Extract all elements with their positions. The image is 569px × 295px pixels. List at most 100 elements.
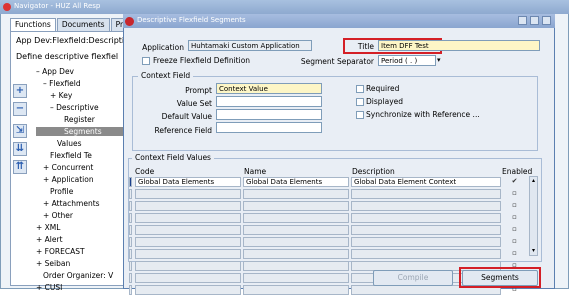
title-field[interactable]: Item DFF Test — [378, 40, 540, 51]
code-cell[interactable] — [135, 237, 241, 247]
tree-item[interactable]: + Attachments — [43, 199, 100, 208]
compile-button[interactable]: Compile — [373, 270, 453, 286]
enabled-checkbox[interactable]: ▫ — [511, 190, 518, 197]
name-cell[interactable] — [243, 237, 349, 247]
default-value-label: Default Value — [161, 112, 212, 121]
scroll-down-icon[interactable]: ▾ — [530, 247, 537, 255]
tree-item[interactable]: Profile — [50, 187, 73, 196]
name-cell[interactable] — [243, 285, 349, 295]
expand-branch-icon[interactable]: ⇲ — [13, 124, 27, 138]
enabled-checkbox[interactable]: ▫ — [511, 250, 518, 257]
code-cell[interactable] — [135, 261, 241, 271]
name-cell[interactable] — [243, 261, 349, 271]
tree-item[interactable]: Flexfield Te — [50, 151, 92, 160]
code-cell[interactable] — [135, 201, 241, 211]
enabled-checkbox[interactable]: ▫ — [511, 214, 518, 221]
tab-documents[interactable]: Documents — [56, 18, 110, 31]
code-cell[interactable] — [135, 225, 241, 235]
enabled-checkbox[interactable]: ▫ — [511, 238, 518, 245]
segments-button[interactable]: Segments — [462, 270, 538, 286]
tree-item[interactable]: Order Organizer: V — [43, 271, 113, 280]
row-marker[interactable] — [129, 261, 132, 271]
name-cell[interactable] — [243, 213, 349, 223]
description-cell[interactable] — [351, 249, 501, 259]
reference-field[interactable] — [216, 122, 322, 133]
synchronize-checkbox[interactable] — [356, 111, 364, 119]
row-marker[interactable] — [129, 201, 132, 211]
minimize-icon[interactable] — [518, 16, 527, 25]
tree-item[interactable]: – Descriptive — [50, 103, 99, 112]
enabled-checkbox[interactable]: ✔ — [511, 178, 518, 185]
enabled-checkbox[interactable]: ▫ — [511, 202, 518, 209]
tree-item[interactable]: – App Dev — [36, 67, 74, 76]
description-cell[interactable]: Global Data Element Context — [351, 177, 501, 187]
code-cell[interactable] — [135, 249, 241, 259]
function-subtitle: Define descriptive flexfiel — [16, 52, 119, 61]
code-cell[interactable] — [135, 273, 241, 283]
required-checkbox[interactable] — [356, 85, 364, 93]
value-set-label: Value Set — [176, 99, 212, 108]
tree-item[interactable]: + FORECAST — [36, 247, 85, 256]
row-marker[interactable] — [129, 237, 132, 247]
name-cell[interactable] — [243, 189, 349, 199]
tree-item[interactable]: Segments — [36, 127, 126, 136]
tree-item[interactable]: Values — [57, 139, 82, 148]
tree-item[interactable]: + XML — [36, 223, 60, 232]
close-icon[interactable] — [542, 16, 551, 25]
navigator-title-bar[interactable]: Navigator - HUZ All Resp — [0, 0, 569, 14]
collapse-all-icon[interactable]: ⇈ — [13, 160, 27, 174]
name-cell[interactable] — [243, 273, 349, 283]
value-set-field[interactable] — [216, 96, 322, 107]
tree-item[interactable]: + CUSI — [36, 283, 62, 292]
maximize-icon[interactable] — [530, 16, 539, 25]
description-cell[interactable] — [351, 225, 501, 235]
dialog-title-bar[interactable]: Descriptive Flexfield Segments — [123, 14, 555, 28]
tree-item[interactable]: + Key — [50, 91, 72, 100]
row-marker[interactable] — [129, 189, 132, 199]
freeze-checkbox[interactable] — [142, 57, 150, 65]
description-cell[interactable] — [351, 213, 501, 223]
separator-value: Period ( . ) — [381, 57, 418, 65]
description-cell[interactable] — [351, 237, 501, 247]
collapse-icon[interactable]: − — [13, 102, 27, 116]
tree-item[interactable]: Register — [64, 115, 95, 124]
name-cell[interactable] — [243, 225, 349, 235]
row-marker[interactable] — [129, 273, 132, 283]
enabled-checkbox[interactable]: ▫ — [511, 226, 518, 233]
name-cell[interactable] — [243, 249, 349, 259]
code-cell[interactable] — [135, 189, 241, 199]
tab-functions[interactable]: Functions — [10, 18, 56, 31]
code-cell[interactable] — [135, 213, 241, 223]
row-marker[interactable] — [129, 285, 132, 295]
row-marker[interactable] — [129, 177, 132, 187]
row-marker[interactable] — [129, 213, 132, 223]
row-marker[interactable] — [129, 225, 132, 235]
expand-icon[interactable]: + — [13, 84, 27, 98]
prompt-label: Prompt — [185, 86, 212, 95]
code-cell[interactable] — [135, 285, 241, 295]
scroll-up-icon[interactable]: ▴ — [530, 177, 537, 185]
tree-item[interactable]: + Concurrent — [43, 163, 93, 172]
application-field[interactable]: Huhtamaki Custom Application — [188, 40, 312, 51]
code-cell[interactable]: Global Data Elements — [135, 177, 241, 187]
row-marker[interactable] — [129, 249, 132, 259]
default-value-field[interactable] — [216, 109, 322, 120]
displayed-checkbox[interactable] — [356, 98, 364, 106]
tree-item[interactable]: – Flexfield — [43, 79, 81, 88]
tree-item[interactable]: + Other — [43, 211, 73, 220]
expand-all-icon[interactable]: ⇊ — [13, 142, 27, 156]
name-cell[interactable] — [243, 201, 349, 211]
reference-field-label: Reference Field — [154, 126, 212, 135]
tree-item[interactable]: + Application — [43, 175, 94, 184]
prompt-field[interactable]: Context Value — [216, 83, 322, 94]
grid-scrollbar[interactable]: ▴ ▾ — [529, 176, 538, 256]
required-label: Required — [366, 84, 400, 93]
description-cell[interactable] — [351, 189, 501, 199]
description-cell[interactable] — [351, 201, 501, 211]
name-cell[interactable]: Global Data Elements — [243, 177, 349, 187]
separator-select[interactable]: Period ( . ) — [378, 55, 436, 66]
enabled-column-header: Enabled — [502, 167, 533, 176]
tree-item[interactable]: + Seiban — [36, 259, 70, 268]
tree-item[interactable]: + Alert — [36, 235, 63, 244]
chevron-down-icon[interactable]: ▾ — [437, 56, 441, 64]
